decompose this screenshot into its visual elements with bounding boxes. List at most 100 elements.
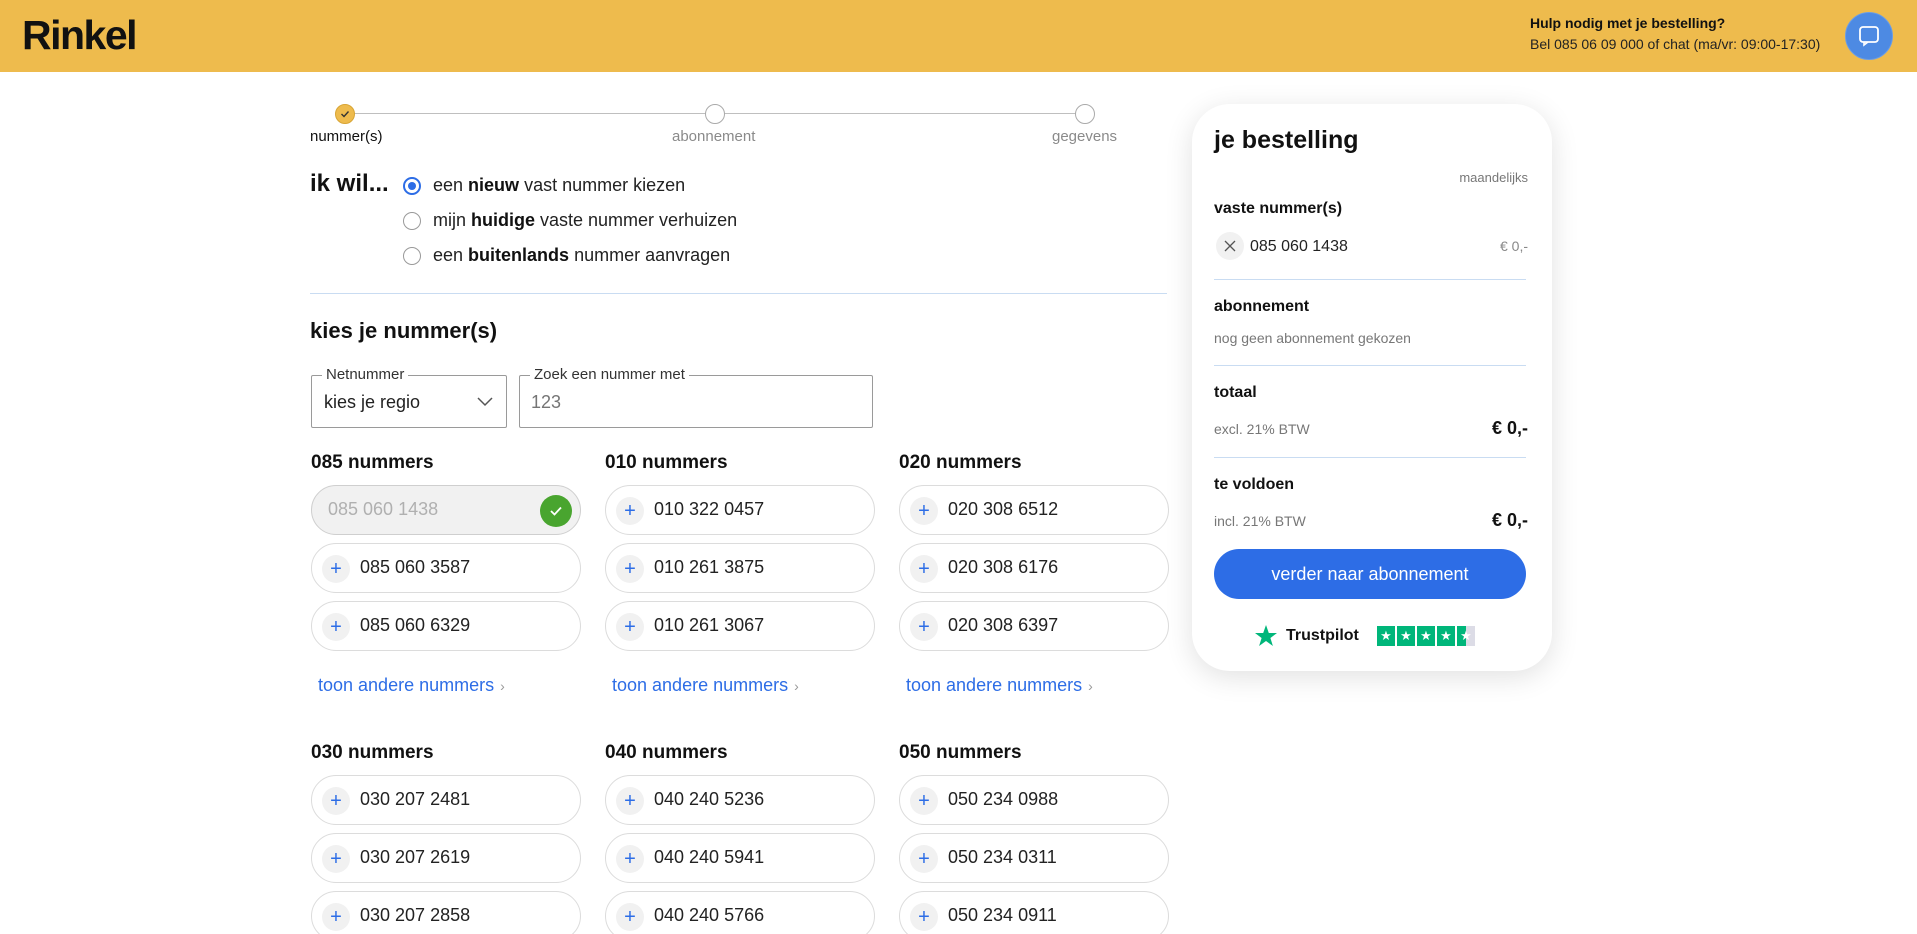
- number-option[interactable]: +020 308 6512: [899, 485, 1169, 535]
- continue-to-subscription-button[interactable]: verder naar abonnement: [1214, 549, 1526, 599]
- radio-foreign-number[interactable]: een buitenlands nummer aanvragen: [403, 245, 730, 266]
- plus-icon: +: [322, 787, 350, 815]
- number-group-title: 040 nummers: [605, 742, 728, 763]
- show-more-numbers-link[interactable]: toon andere nummers ›: [612, 675, 799, 696]
- search-number-field[interactable]: Zoek een nummer met: [519, 366, 873, 428]
- due-heading: te voldoen: [1214, 476, 1295, 493]
- netnummer-select[interactable]: Netnummer kies je regio: [311, 366, 507, 428]
- number-option[interactable]: +010 261 3067: [605, 601, 875, 651]
- show-more-label: toon andere nummers: [612, 675, 789, 695]
- card-divider: [1214, 279, 1526, 280]
- rating-star-icon: ★: [1416, 626, 1435, 646]
- plus-icon: +: [910, 903, 938, 931]
- subscription-heading: abonnement: [1214, 298, 1310, 315]
- radio-button[interactable]: [403, 176, 421, 195]
- order-title: je bestelling: [1214, 126, 1359, 154]
- plus-icon: +: [910, 555, 938, 583]
- selected-number-option[interactable]: 085 060 1438: [311, 485, 581, 535]
- trustpilot-widget[interactable]: Trustpilot ★ ★ ★ ★ ★: [1254, 624, 1477, 648]
- phone-number: 030 207 2858: [360, 905, 471, 925]
- phone-number: 020 308 6512: [948, 499, 1059, 519]
- plus-icon: +: [616, 845, 644, 873]
- plus-icon: +: [910, 497, 938, 525]
- netnummer-label: Netnummer: [322, 366, 409, 383]
- number-option[interactable]: +085 060 3587: [311, 543, 581, 593]
- rinkel-logo[interactable]: Rinkel: [22, 12, 138, 59]
- number-option[interactable]: +030 207 2858: [311, 891, 581, 934]
- search-input[interactable]: [531, 392, 851, 413]
- phone-number: 050 234 0311: [948, 847, 1057, 867]
- plus-icon: +: [616, 787, 644, 815]
- phone-number: 085 060 1438: [328, 499, 439, 519]
- phone-number: 020 308 6176: [948, 557, 1059, 577]
- show-more-numbers-link[interactable]: toon andere nummers ›: [318, 675, 505, 696]
- step-label-gegevens: gegevens: [1052, 128, 1118, 145]
- total-price: € 0,-: [1491, 418, 1528, 438]
- section-divider: [310, 293, 1167, 294]
- number-option[interactable]: +040 240 5941: [605, 833, 875, 883]
- phone-number: 040 240 5236: [654, 789, 765, 809]
- number-option[interactable]: +010 261 3875: [605, 543, 875, 593]
- number-group-title: 020 nummers: [899, 452, 1022, 473]
- plus-icon: +: [910, 787, 938, 815]
- total-vat-note: excl. 21% BTW: [1214, 421, 1310, 437]
- radio-button[interactable]: [403, 211, 421, 230]
- phone-number: 050 234 0988: [948, 789, 1059, 809]
- number-option[interactable]: +030 207 2619: [311, 833, 581, 883]
- number-option[interactable]: +040 240 5236: [605, 775, 875, 825]
- card-divider: [1214, 457, 1526, 458]
- plus-icon: +: [616, 903, 644, 931]
- phone-number: 010 322 0457: [654, 499, 765, 519]
- due-price: € 0,-: [1491, 510, 1528, 530]
- trustpilot-name: Trustpilot: [1286, 627, 1359, 644]
- radio-label: een nieuw vast nummer kiezen: [433, 175, 686, 195]
- number-group-title: 030 nummers: [311, 742, 434, 763]
- order-number-price: € 0,-: [1499, 238, 1528, 254]
- phone-number: 085 060 3587: [360, 557, 471, 577]
- number-group-title: 010 nummers: [605, 452, 728, 473]
- remove-number-button[interactable]: [1216, 232, 1244, 260]
- plus-icon: +: [910, 613, 938, 641]
- number-option[interactable]: +050 234 0911: [899, 891, 1169, 934]
- number-option[interactable]: +085 060 6329: [311, 601, 581, 651]
- chevron-right-icon: ›: [1088, 678, 1093, 694]
- chevron-down-icon: [477, 397, 493, 407]
- phone-number: 010 261 3875: [654, 557, 765, 577]
- show-more-label: toon andere nummers: [906, 675, 1083, 695]
- show-more-label: toon andere nummers: [318, 675, 495, 695]
- chevron-right-icon: ›: [500, 678, 505, 694]
- number-option[interactable]: +030 207 2481: [311, 775, 581, 825]
- phone-number: 030 207 2619: [360, 847, 471, 867]
- netnummer-value: kies je regio: [324, 392, 421, 412]
- phone-number: 050 234 0911: [948, 905, 1057, 925]
- radio-button[interactable]: [403, 246, 421, 265]
- choice-prefix: ik wil...: [310, 170, 389, 197]
- step-label-nummers[interactable]: nummer(s): [310, 128, 383, 145]
- order-frequency: maandelijks: [1459, 170, 1528, 185]
- radio-new-number[interactable]: een nieuw vast nummer kiezen: [403, 175, 685, 196]
- show-more-numbers-link[interactable]: toon andere nummers ›: [906, 675, 1093, 696]
- total-heading: totaal: [1214, 384, 1257, 401]
- trustpilot-star-icon: [1255, 625, 1277, 646]
- radio-move-number[interactable]: mijn huidige vaste nummer verhuizen: [403, 210, 737, 231]
- plus-icon: +: [910, 845, 938, 873]
- close-icon: [1224, 240, 1236, 252]
- number-option[interactable]: +040 240 5766: [605, 891, 875, 934]
- number-option[interactable]: +020 308 6397: [899, 601, 1169, 651]
- number-option[interactable]: +010 322 0457: [605, 485, 875, 535]
- search-label: Zoek een nummer met: [530, 366, 689, 383]
- step-label-abonnement: abonnement: [672, 128, 756, 145]
- section-title: kies je nummer(s): [310, 318, 498, 343]
- number-option[interactable]: +020 308 6176: [899, 543, 1169, 593]
- rating-star-icon: ★: [1456, 626, 1475, 646]
- numbers-heading: vaste nummer(s): [1214, 200, 1343, 217]
- top-header: Rinkel Hulp nodig met je bestelling? Bel…: [0, 0, 1917, 72]
- number-option[interactable]: +050 234 0311: [899, 833, 1169, 883]
- radio-label: mijn huidige vaste nummer verhuizen: [433, 210, 738, 230]
- check-icon: [540, 495, 572, 527]
- plus-icon: +: [322, 903, 350, 931]
- chat-button[interactable]: [1845, 12, 1893, 60]
- phone-number: 020 308 6397: [948, 615, 1059, 635]
- number-option[interactable]: +050 234 0988: [899, 775, 1169, 825]
- help-title: Hulp nodig met je bestelling?: [1530, 15, 1726, 31]
